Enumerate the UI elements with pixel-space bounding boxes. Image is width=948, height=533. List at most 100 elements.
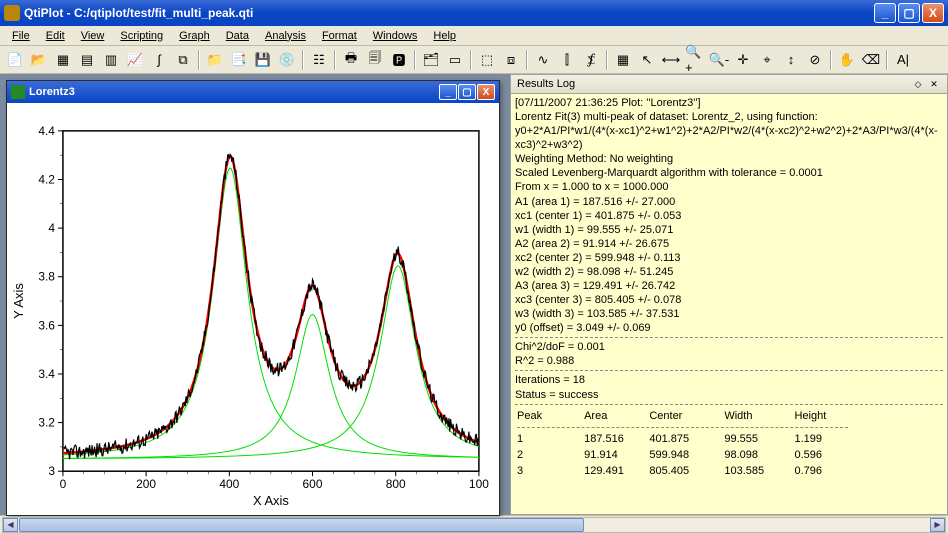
open-project-icon[interactable]: 📁 xyxy=(204,49,226,71)
plot-close-button[interactable]: X xyxy=(477,84,495,100)
log-line: Chi^2/doF = 0.001 xyxy=(515,340,943,354)
zoom-in-icon[interactable]: 🔍+ xyxy=(684,49,706,71)
plot-window-title: Lorentz3 xyxy=(29,86,439,98)
results-header[interactable]: Results Log ◇ ✕ xyxy=(510,74,948,94)
svg-text:600: 600 xyxy=(303,477,323,491)
menu-windows[interactable]: Windows xyxy=(365,28,426,44)
statusbar: ◀ ▶ xyxy=(0,515,948,533)
range-icon[interactable]: ⟷ xyxy=(660,49,682,71)
log-line: R^2 = 0.988 xyxy=(515,354,943,368)
menu-data[interactable]: Data xyxy=(218,28,257,44)
open-template-icon[interactable]: 📑 xyxy=(228,49,250,71)
svg-text:4: 4 xyxy=(48,221,55,235)
svg-text:100: 100 xyxy=(469,477,489,491)
add-curve-icon[interactable]: ∿ xyxy=(532,49,554,71)
plot-window[interactable]: Lorentz3 _ ▢ X 1 020040060080010033.23.4… xyxy=(6,80,500,516)
new-matrix-icon[interactable]: ▤ xyxy=(76,49,98,71)
plot-panel: Lorentz3 _ ▢ X 1 020040060080010033.23.4… xyxy=(0,74,508,515)
arrange-layers-icon[interactable]: ⧈ xyxy=(500,49,522,71)
svg-text:4.4: 4.4 xyxy=(38,124,55,138)
minimize-button[interactable]: _ xyxy=(874,3,896,23)
log-line: [07/11/2007 21:36:25 Plot: ''Lorentz3''] xyxy=(515,96,943,110)
chart-svg: 020040060080010033.23.43.63.844.24.4X Ax… xyxy=(7,103,499,515)
export-pdf-icon[interactable]: 🅿 xyxy=(388,49,410,71)
log-line: w3 (width 3) = 103.585 +/- 37.531 xyxy=(515,307,943,321)
window-titlebar: QtiPlot - C:/qtiplot/test/fit_multi_peak… xyxy=(0,0,948,26)
save-template-icon[interactable]: 💿 xyxy=(276,49,298,71)
log-line: A3 (area 3) = 129.491 +/- 26.742 xyxy=(515,279,943,293)
menu-format[interactable]: Format xyxy=(314,28,365,44)
new-graph-icon[interactable]: 📈 xyxy=(124,49,146,71)
svg-text:4.2: 4.2 xyxy=(38,172,55,186)
log-line: Status = success xyxy=(515,388,943,402)
table-row: 3129.491805.405103.5850.796 xyxy=(517,464,866,478)
preferences-icon[interactable]: ☷ xyxy=(308,49,330,71)
plot-titlebar[interactable]: Lorentz3 _ ▢ X xyxy=(7,81,499,103)
log-line: w2 (width 2) = 98.098 +/- 51.245 xyxy=(515,265,943,279)
new-function-icon[interactable]: ∫ xyxy=(148,49,170,71)
menu-help[interactable]: Help xyxy=(425,28,464,44)
new-project-icon[interactable]: 📄 xyxy=(4,49,26,71)
menu-edit[interactable]: Edit xyxy=(38,28,73,44)
plot-window-icon xyxy=(11,85,25,99)
project-explorer-icon[interactable]: 🗂 xyxy=(420,49,442,71)
svg-text:3: 3 xyxy=(48,464,55,478)
scroll-left-icon[interactable]: ◀ xyxy=(3,518,18,532)
results-undock-icon[interactable]: ◇ xyxy=(911,77,925,91)
menu-analysis[interactable]: Analysis xyxy=(257,28,314,44)
log-line: xc1 (center 1) = 401.875 +/- 0.053 xyxy=(515,209,943,223)
maximize-button[interactable]: ▢ xyxy=(898,3,920,23)
horizontal-scrollbar[interactable]: ◀ ▶ xyxy=(2,517,946,533)
log-line: w1 (width 1) = 99.555 +/- 25.071 xyxy=(515,223,943,237)
log-line: y0+2*A1/PI*w1/(4*(x-xc1)^2+w1^2)+2*A2/PI… xyxy=(515,124,943,152)
log-line: A1 (area 1) = 187.516 +/- 27.000 xyxy=(515,195,943,209)
erase-icon[interactable]: ⌫ xyxy=(860,49,882,71)
log-line: xc3 (center 3) = 805.405 +/- 0.078 xyxy=(515,293,943,307)
new-note-icon[interactable]: ▥ xyxy=(100,49,122,71)
svg-text:0: 0 xyxy=(60,477,67,491)
hand-icon[interactable]: ✋ xyxy=(836,49,858,71)
menu-view[interactable]: View xyxy=(73,28,113,44)
results-log-icon[interactable]: ▭ xyxy=(444,49,466,71)
select-data-icon[interactable]: ⌖ xyxy=(756,49,778,71)
move-point-icon[interactable]: ↕ xyxy=(780,49,802,71)
menu-file[interactable]: File xyxy=(4,28,38,44)
open-icon[interactable]: 📂 xyxy=(28,49,50,71)
log-line: A2 (area 2) = 91.914 +/- 26.675 xyxy=(515,237,943,251)
menu-graph[interactable]: Graph xyxy=(171,28,218,44)
workspace: Lorentz3 _ ▢ X 1 020040060080010033.23.4… xyxy=(0,74,948,515)
menu-scripting[interactable]: Scripting xyxy=(112,28,171,44)
svg-text:3.6: 3.6 xyxy=(38,318,55,332)
results-title: Results Log xyxy=(517,78,909,90)
scroll-right-icon[interactable]: ▶ xyxy=(930,518,945,532)
menubar: FileEditViewScriptingGraphDataAnalysisFo… xyxy=(0,26,948,46)
save-icon[interactable]: 💾 xyxy=(252,49,274,71)
remove-point-icon[interactable]: ⊘ xyxy=(804,49,826,71)
table-row: 291.914599.94898.0980.596 xyxy=(517,448,866,462)
plot-maximize-button[interactable]: ▢ xyxy=(458,84,476,100)
new-3d-icon[interactable]: ⧉ xyxy=(172,49,194,71)
close-button[interactable]: X xyxy=(922,3,944,23)
log-line: Scaled Levenberg-Marquardt algorithm wit… xyxy=(515,166,943,180)
plot-minimize-button[interactable]: _ xyxy=(439,84,457,100)
print-all-icon[interactable]: 🗐 xyxy=(364,49,386,71)
add-error-icon[interactable]: ⫿ xyxy=(556,49,578,71)
log-line: From x = 1.000 to x = 1000.000 xyxy=(515,180,943,194)
plot-area[interactable]: 020040060080010033.23.43.63.844.24.4X Ax… xyxy=(7,103,499,515)
pointer-icon[interactable]: ↖ xyxy=(636,49,658,71)
new-table-icon[interactable]: ▦ xyxy=(52,49,74,71)
results-log[interactable]: [07/11/2007 21:36:25 Plot: ''Lorentz3'']… xyxy=(510,94,948,515)
scroll-thumb[interactable] xyxy=(19,518,584,532)
results-panel: Results Log ◇ ✕ [07/11/2007 21:36:25 Plo… xyxy=(508,74,948,515)
print-icon[interactable]: 🖶 xyxy=(340,49,362,71)
data-reader-icon[interactable]: ✛ xyxy=(732,49,754,71)
log-line: Lorentz Fit(3) multi-peak of dataset: Lo… xyxy=(515,110,943,124)
add-function-icon[interactable]: ⨋ xyxy=(580,49,602,71)
screen-reader-icon[interactable]: ▦ xyxy=(612,49,634,71)
results-close-icon[interactable]: ✕ xyxy=(927,77,941,91)
toolbar: 📄📂▦▤▥📈∫⧉📁📑💾💿☷🖶🗐🅿🗂▭⬚⧈∿⫿⨋▦↖⟷🔍+🔍-✛⌖↕⊘✋⌫A| xyxy=(0,46,948,74)
svg-text:400: 400 xyxy=(219,477,239,491)
add-layer-icon[interactable]: ⬚ xyxy=(476,49,498,71)
text-icon[interactable]: A| xyxy=(892,49,914,71)
zoom-out-icon[interactable]: 🔍- xyxy=(708,49,730,71)
